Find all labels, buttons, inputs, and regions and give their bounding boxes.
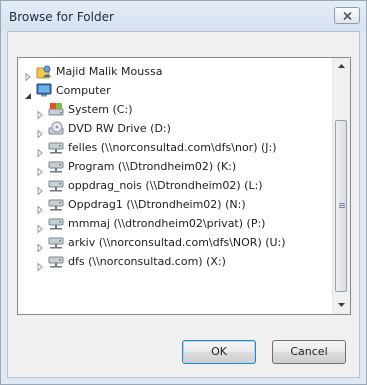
tree-item[interactable]: arkiv (\\norconsultad.com\dfs\NOR) (U:) (18, 233, 330, 253)
tree-item[interactable]: DVD RW Drive (D:) (18, 119, 330, 139)
network-drive-icon (48, 216, 64, 231)
scroll-up-button[interactable] (333, 58, 350, 75)
tree-item[interactable]: Oppdrag1 (\\Dtrondheim02) (N:) (18, 195, 330, 215)
network-drive-icon (48, 197, 64, 212)
thumb-grip (339, 207, 345, 208)
thumb-grip (339, 205, 345, 206)
tree-item-label: dfs (\\norconsultad.com) (X:) (68, 255, 226, 268)
scroll-down-button[interactable] (333, 297, 350, 314)
chevron-up-icon (338, 64, 345, 68)
tree-item-label: oppdrag_nois (\\Dtrondheim02) (L:) (68, 179, 263, 192)
expanded-arrow-icon[interactable] (24, 87, 32, 99)
tree-item-label: System (C:) (68, 103, 133, 116)
tree-item-label: mmmaj (\\dtrondheim02\privat) (P:) (68, 217, 266, 230)
tree-item-label: Oppdrag1 (\\Dtrondheim02) (N:) (68, 198, 246, 211)
tree-item[interactable]: oppdrag_nois (\\Dtrondheim02) (L:) (18, 176, 330, 196)
collapsed-arrow-icon[interactable] (36, 163, 44, 177)
network-drive-icon (48, 159, 64, 174)
collapsed-arrow-icon[interactable] (36, 239, 44, 253)
network-drive-icon (48, 178, 64, 193)
user-folder-icon (36, 64, 52, 79)
ok-button[interactable]: OK (182, 340, 256, 364)
collapsed-arrow-icon[interactable] (24, 68, 32, 82)
tree-item[interactable]: felles (\\norconsultad.com\dfs\nor) (J:) (18, 138, 330, 158)
folder-tree-view[interactable]: Majid Malik Moussa Computer System (C:) DVD… (17, 57, 351, 315)
browse-for-folder-dialog: Browse for Folder Majid Malik Moussa Comp… (0, 0, 367, 385)
vertical-scrollbar[interactable] (332, 58, 350, 314)
tree-item-label: arkiv (\\norconsultad.com\dfs\NOR) (U:) (68, 236, 286, 249)
dialog-title: Browse for Folder (9, 10, 114, 24)
close-x-icon (343, 12, 352, 20)
dvd-drive-icon (48, 121, 64, 136)
collapsed-arrow-icon[interactable] (36, 258, 44, 272)
collapsed-arrow-icon[interactable] (36, 106, 44, 120)
computer-icon (36, 83, 52, 98)
tree-item-label: Majid Malik Moussa (56, 65, 163, 78)
network-drive-icon (48, 235, 64, 250)
tree-item[interactable]: Computer (18, 81, 330, 100)
tree-item[interactable]: Majid Malik Moussa (18, 62, 330, 82)
system-drive-icon (48, 102, 64, 117)
tree-item-label: DVD RW Drive (D:) (68, 122, 171, 135)
network-drive-icon (48, 254, 64, 269)
tree-item-label: Computer (56, 84, 111, 97)
collapsed-arrow-icon[interactable] (36, 182, 44, 196)
tree-item[interactable]: mmmaj (\\dtrondheim02\privat) (P:) (18, 214, 330, 234)
thumb-grip (339, 203, 345, 204)
collapsed-arrow-icon[interactable] (36, 125, 44, 139)
collapsed-arrow-icon[interactable] (36, 220, 44, 234)
tree-item[interactable]: dfs (\\norconsultad.com) (X:) (18, 252, 330, 272)
scrollbar-thumb[interactable] (335, 120, 347, 292)
tree-item-label: felles (\\norconsultad.com\dfs\nor) (J:) (68, 141, 277, 154)
tree-item-label: Program (\\Dtrondheim02) (K:) (68, 160, 237, 173)
tree-item[interactable]: System (C:) (18, 100, 330, 120)
cancel-button[interactable]: Cancel (272, 340, 346, 364)
collapsed-arrow-icon[interactable] (36, 144, 44, 158)
chevron-down-icon (338, 303, 345, 307)
tree-item[interactable]: Program (\\Dtrondheim02) (K:) (18, 157, 330, 177)
folder-tree-rows: Majid Malik Moussa Computer System (C:) DVD… (18, 62, 330, 272)
close-button[interactable] (334, 7, 360, 24)
collapsed-arrow-icon[interactable] (36, 201, 44, 215)
network-drive-icon (48, 140, 64, 155)
title-bar[interactable]: Browse for Folder (1, 1, 366, 31)
